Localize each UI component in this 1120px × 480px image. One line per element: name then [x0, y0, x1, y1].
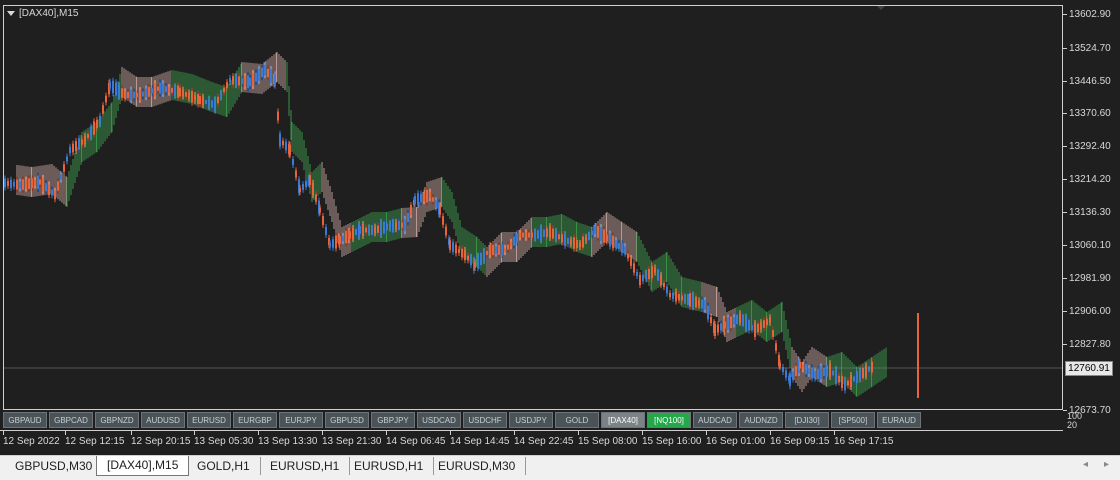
time-tick	[131, 431, 132, 435]
symbol-button-nq100[interactable]: [NQ100]	[647, 412, 691, 428]
symbol-button-gbpaud[interactable]: GBPAUD	[3, 412, 47, 428]
symbol-button-eurgbp[interactable]: EURGBP	[233, 412, 277, 428]
indicator-scale-bottom: 20	[1067, 420, 1078, 430]
tab-chart-0[interactable]: GBPUSD,M30	[5, 457, 104, 475]
tab-chart-3[interactable]: EURUSD,H1	[260, 457, 351, 475]
symbol-button-gbpusd[interactable]: GBPUSD	[325, 412, 369, 428]
tab-chart-5[interactable]: EURUSD,M30	[428, 457, 527, 475]
chart-menu-triangle-icon[interactable]	[7, 11, 15, 16]
time-label: 13 Sep 21:30	[322, 436, 382, 447]
time-tick	[706, 431, 707, 435]
price-label: 13524.70	[1069, 43, 1111, 54]
time-label: 12 Sep 2022	[3, 436, 60, 447]
chart-area[interactable]: [DAX40],M15 13602.90 13524.70 13446.50 1337…	[0, 0, 1120, 455]
price-tick	[1063, 146, 1067, 147]
time-tick	[65, 431, 66, 435]
symbol-button-gbpcad[interactable]: GBPCAD	[49, 412, 93, 428]
symbol-button-euraud[interactable]: EURAUD	[877, 412, 921, 428]
time-label: 13 Sep 13:30	[258, 436, 318, 447]
price-label: 13370.60	[1069, 108, 1111, 119]
time-tick	[450, 431, 451, 435]
price-label: 12827.80	[1069, 339, 1111, 350]
price-tick	[1063, 179, 1067, 180]
price-tick	[1063, 14, 1067, 15]
time-label: 15 Sep 08:00	[578, 436, 638, 447]
symbol-button-audnzd[interactable]: AUDNZD	[739, 412, 783, 428]
symbol-button-bar: GBPAUD GBPCAD GBPNZD AUDUSD EURUSD EURGBP EURJ…	[3, 411, 1063, 430]
price-tick	[1063, 113, 1067, 114]
time-tick	[834, 431, 835, 435]
price-label: 12981.90	[1069, 273, 1111, 284]
tab-chart-4[interactable]: EURUSD,H1	[344, 457, 435, 475]
symbol-button-gbpjpy[interactable]: GBPJPY	[371, 412, 415, 428]
symbol-button-usdcad[interactable]: USDCAD	[417, 412, 461, 428]
time-axis[interactable]: 12 Sep 2022 12 Sep 12:15 12 Sep 20:15 13 Se…	[0, 430, 1063, 456]
time-tick	[258, 431, 259, 435]
price-tick	[1063, 245, 1067, 246]
price-tick	[1063, 311, 1067, 312]
symbol-button-dji30[interactable]: [DJI30]	[785, 412, 829, 428]
tab-chart-2[interactable]: GOLD,H1	[187, 457, 261, 475]
price-tick	[1063, 212, 1067, 213]
price-label: 13292.40	[1069, 141, 1111, 152]
time-label: 12 Sep 20:15	[131, 436, 191, 447]
chart-tab-bar: ◂ ▸ GBPUSD,M30 [DAX40],M15 GOLD,H1 EURUSD,H…	[0, 455, 1120, 480]
tab-scroll-right-icon[interactable]: ▸	[1104, 459, 1109, 470]
price-tick	[1063, 48, 1067, 49]
price-axis[interactable]: 13602.90 13524.70 13446.50 13370.60 13292.40…	[1063, 0, 1120, 455]
time-tick	[3, 431, 4, 435]
time-label: 14 Sep 06:45	[386, 436, 446, 447]
time-label: 16 Sep 17:15	[834, 436, 894, 447]
symbol-button-eurjpy[interactable]: EURJPY	[279, 412, 323, 428]
symbol-button-gbpnzd[interactable]: GBPNZD	[95, 412, 139, 428]
time-tick	[578, 431, 579, 435]
time-label: 16 Sep 09:15	[770, 436, 830, 447]
chart-shift-marker-icon[interactable]	[877, 6, 885, 10]
time-label: 12 Sep 12:15	[65, 436, 125, 447]
price-tick	[1063, 278, 1067, 279]
time-tick	[770, 431, 771, 435]
indicator-scale: 100 20	[1067, 412, 1082, 430]
time-tick	[642, 431, 643, 435]
price-label: 13060.10	[1069, 240, 1111, 251]
time-label: 14 Sep 22:45	[514, 436, 574, 447]
tab-chart-1[interactable]: [DAX40],M15	[96, 456, 190, 476]
price-label: 13214.20	[1069, 174, 1111, 185]
price-label: 13446.50	[1069, 76, 1111, 87]
time-tick	[514, 431, 515, 435]
chart-symbol-label: [DAX40],M15	[19, 8, 79, 19]
symbol-button-usdjpy[interactable]: USDJPY	[509, 412, 553, 428]
time-tick	[386, 431, 387, 435]
symbol-button-audcad[interactable]: AUDCAD	[693, 412, 737, 428]
time-label: 14 Sep 14:45	[450, 436, 510, 447]
time-tick	[322, 431, 323, 435]
tab-scroll-left-icon[interactable]: ◂	[1083, 459, 1088, 470]
price-tick	[1063, 81, 1067, 82]
price-tick	[1063, 344, 1067, 345]
time-tick	[194, 431, 195, 435]
symbol-button-eurusd[interactable]: EURUSD	[187, 412, 231, 428]
current-price-label: 12760.91	[1065, 361, 1113, 376]
time-label: 15 Sep 16:00	[642, 436, 702, 447]
price-label: 12906.00	[1069, 306, 1111, 317]
price-label: 13136.30	[1069, 207, 1111, 218]
symbol-button-dax40[interactable]: [DAX40]	[601, 412, 645, 428]
symbol-button-sp500[interactable]: [SP500]	[831, 412, 875, 428]
price-label: 13602.90	[1069, 9, 1111, 20]
symbol-button-gold[interactable]: GOLD	[555, 412, 599, 428]
time-label: 13 Sep 05:30	[194, 436, 254, 447]
time-label: 16 Sep 01:00	[706, 436, 766, 447]
symbol-button-usdchf[interactable]: USDCHF	[463, 412, 507, 428]
plot-frame	[3, 5, 1063, 410]
chart-title: [DAX40],M15	[7, 8, 78, 19]
symbol-button-audusd[interactable]: AUDUSD	[141, 412, 185, 428]
